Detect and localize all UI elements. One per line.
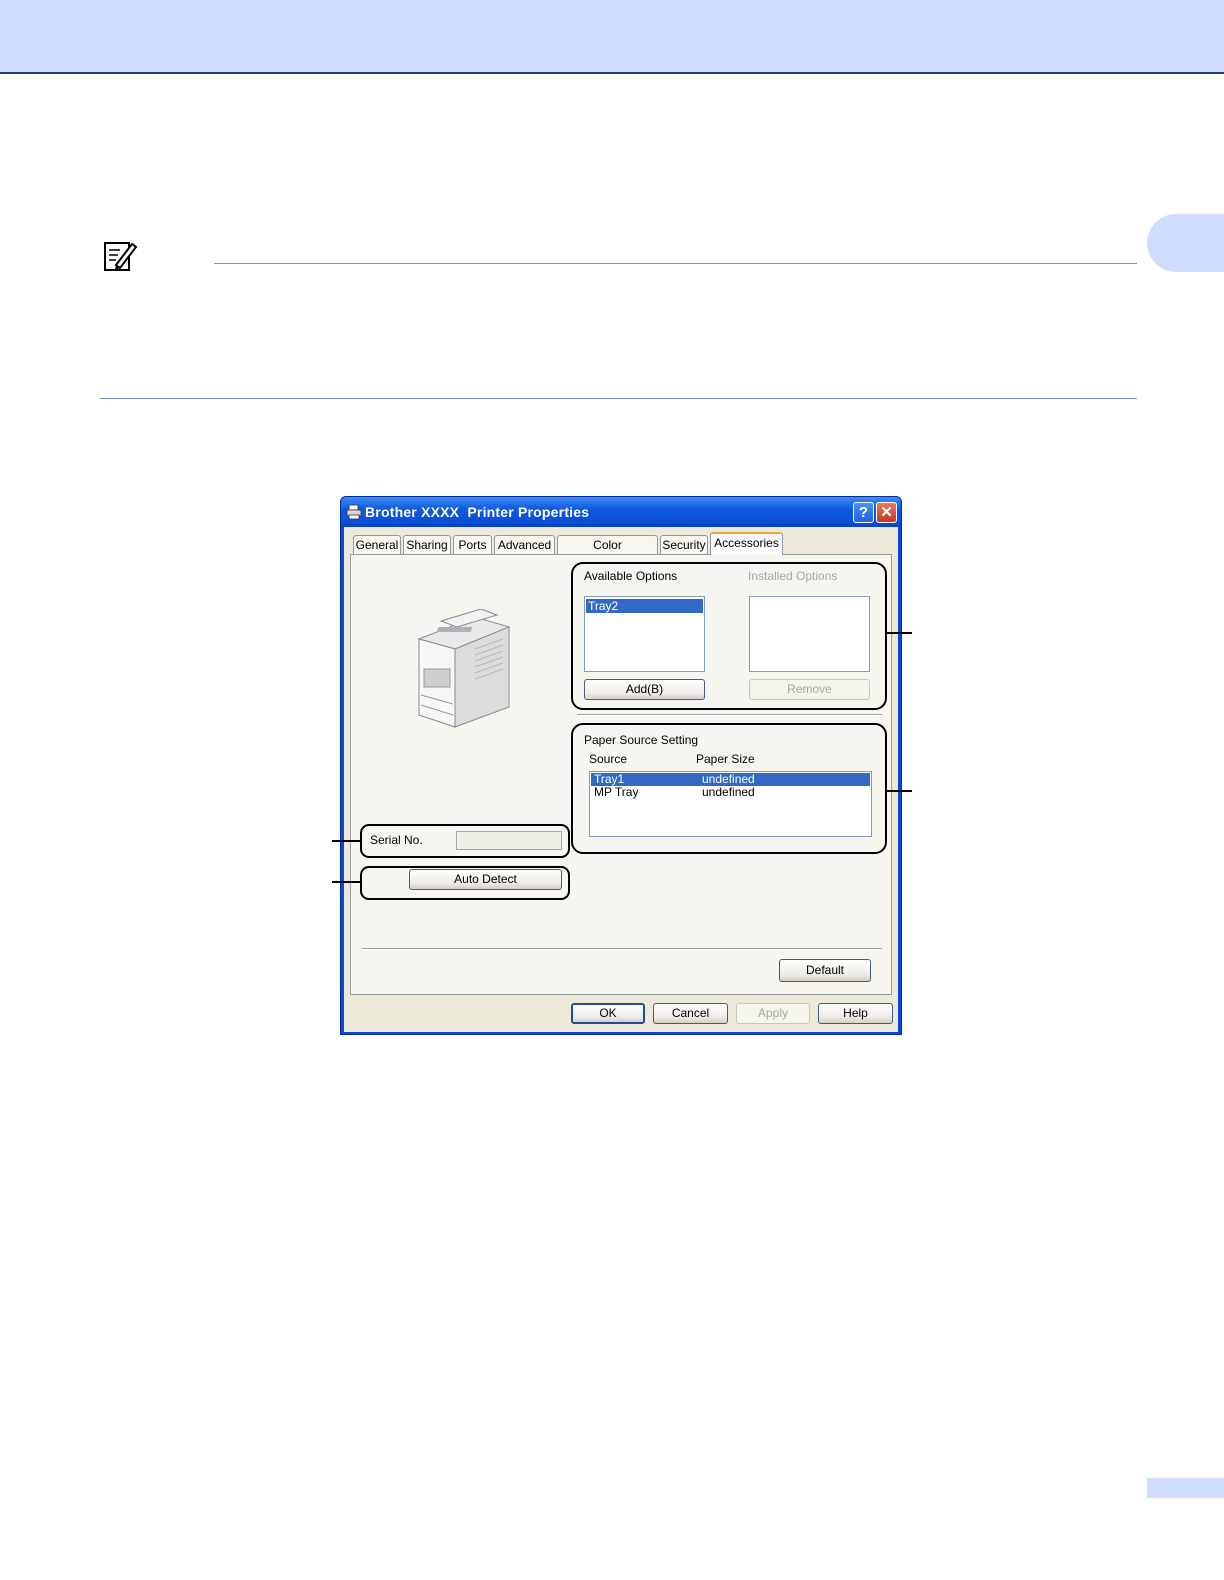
page-number-tab [1147, 1478, 1224, 1498]
printer-image [417, 609, 511, 728]
ok-button[interactable]: OK [571, 1003, 645, 1024]
help-titlebar-button[interactable]: ? [853, 502, 874, 523]
note-pencil-icon [104, 242, 138, 271]
apply-button[interactable]: Apply [736, 1003, 810, 1024]
dialog-titlebar[interactable]: Brother XXXX Printer Properties ? ✕ [341, 497, 901, 527]
cancel-button[interactable]: Cancel [653, 1003, 728, 1024]
callout-leader-line [886, 632, 912, 634]
tab-accessories[interactable]: Accessories [710, 532, 783, 555]
serial-number-callout [360, 824, 570, 858]
tab-advanced[interactable]: Advanced [494, 535, 555, 554]
close-icon: ✕ [880, 504, 893, 521]
close-button[interactable]: ✕ [876, 502, 897, 523]
tab-ports[interactable]: Ports [453, 535, 492, 554]
callout-leader-line [332, 881, 360, 883]
options-separator [577, 714, 882, 716]
tab-general[interactable]: General [353, 535, 401, 554]
note-bottom-rule [100, 398, 1137, 399]
dialog-title: Brother XXXX Printer Properties [365, 504, 590, 520]
available-options-callout [571, 562, 887, 710]
question-icon: ? [858, 504, 869, 521]
page-header-band [0, 0, 1224, 74]
chapter-tab [1147, 214, 1224, 272]
default-button[interactable]: Default [779, 959, 871, 982]
panel-separator [362, 948, 882, 950]
tab-color-management[interactable]: Color Management [557, 535, 658, 571]
callout-leader-line [332, 840, 360, 842]
help-button[interactable]: Help [818, 1003, 893, 1024]
paper-source-callout [571, 723, 887, 854]
tab-sharing[interactable]: Sharing [403, 535, 451, 554]
callout-leader-line [886, 790, 912, 792]
printer-title-icon [346, 504, 362, 520]
tab-security[interactable]: Security [660, 535, 708, 554]
note-top-rule [214, 263, 1137, 264]
auto-detect-callout [360, 866, 570, 900]
